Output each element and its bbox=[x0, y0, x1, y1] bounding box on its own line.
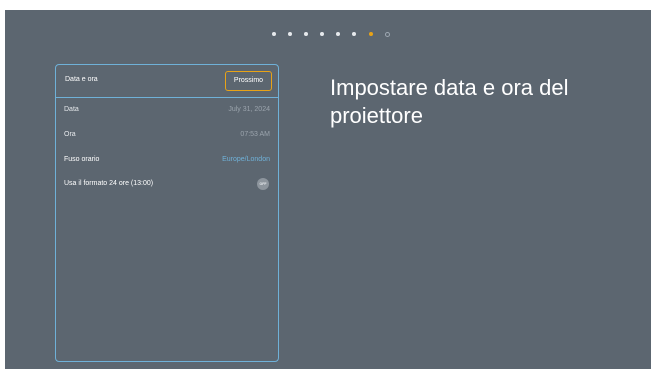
date-row[interactable]: Data July 31, 2024 bbox=[64, 103, 270, 117]
time-row[interactable]: Ora 07:53 AM bbox=[64, 128, 270, 142]
time-label: Ora bbox=[64, 131, 76, 138]
page-dot bbox=[320, 32, 324, 36]
format24-label: Usa il formato 24 ore (13:00) bbox=[64, 180, 154, 187]
date-label: Data bbox=[64, 106, 79, 113]
timezone-label: Fuso orario bbox=[64, 156, 100, 163]
timezone-value[interactable]: Europe/London bbox=[222, 153, 270, 167]
page-dot-active bbox=[369, 32, 373, 36]
page-dot bbox=[304, 32, 308, 36]
page-dot bbox=[272, 32, 276, 36]
page-dot bbox=[336, 32, 340, 36]
page-heading: Impostare data e ora del proiettore bbox=[330, 75, 569, 128]
timezone-row[interactable]: Fuso orario Europe/London bbox=[64, 153, 270, 167]
date-time-panel: Data e ora Prossimo Data July 31, 2024 O… bbox=[55, 64, 279, 362]
setup-screen: Data e ora Prossimo Data July 31, 2024 O… bbox=[5, 10, 651, 369]
format24-row[interactable]: Usa il formato 24 ore (13:00) OFF bbox=[64, 177, 270, 191]
page-dot bbox=[352, 32, 356, 36]
date-value: July 31, 2024 bbox=[228, 106, 270, 113]
page-indicator bbox=[5, 32, 651, 40]
format24-toggle[interactable]: OFF bbox=[257, 178, 269, 190]
panel-title: Data e ora bbox=[65, 76, 98, 83]
next-button[interactable]: Prossimo bbox=[225, 71, 272, 91]
panel-header: Data e ora Prossimo bbox=[56, 65, 278, 98]
time-value: 07:53 AM bbox=[240, 131, 270, 138]
page-dot bbox=[288, 32, 292, 36]
page-dot bbox=[385, 32, 390, 37]
